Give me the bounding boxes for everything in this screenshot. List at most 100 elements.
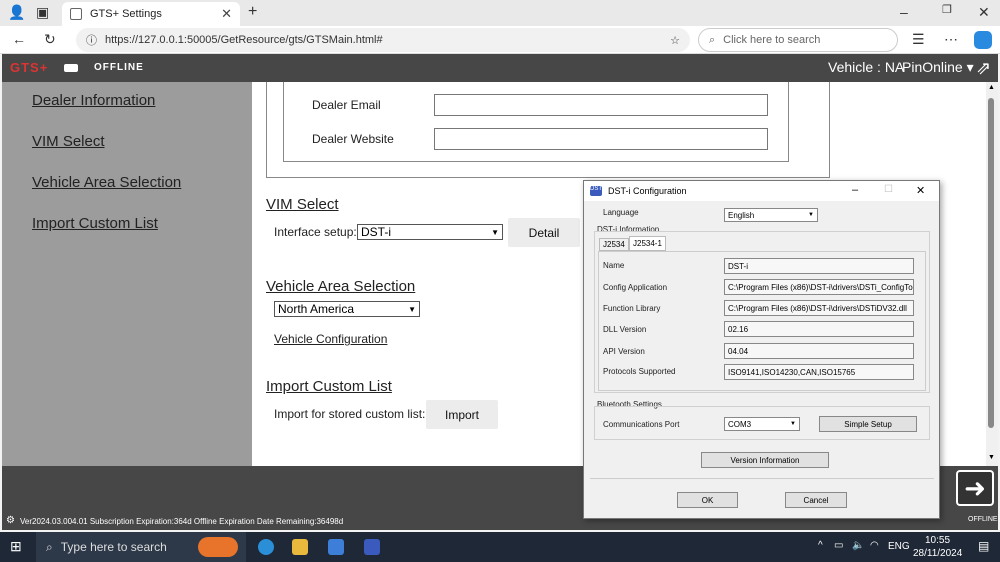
sidebar-item-vim-select[interactable]: VIM Select (32, 133, 105, 150)
scrollbar-thumb[interactable] (988, 98, 994, 428)
sidebar: Dealer Information VIM Select Vehicle Ar… (2, 82, 252, 466)
api-version-label: API Version (603, 347, 645, 356)
dsti-config-dialog: DST DST-i Configuration – ☐ ✕ Language E… (583, 180, 940, 519)
simple-setup-button[interactable]: Simple Setup (819, 416, 917, 432)
interface-setup-value: DST-i (361, 225, 391, 239)
detail-button[interactable]: Detail (508, 218, 580, 247)
browser-tab[interactable]: GTS+ Settings ✕ (62, 2, 240, 26)
tab-j2534[interactable]: J2534 (599, 238, 629, 251)
restore-icon[interactable]: ❐ (942, 5, 952, 16)
dealer-website-field[interactable] (434, 128, 768, 150)
volume-icon[interactable]: 🔈 (852, 540, 864, 551)
dialog-minimize-icon[interactable]: – (852, 184, 858, 196)
comm-port-select[interactable]: COM3 ▼ (724, 417, 800, 431)
sidebar-item-import-custom-list[interactable]: Import Custom List (32, 215, 158, 232)
import-label: Import for stored custom list: (274, 407, 426, 421)
scroll-up-icon[interactable]: ▲ (988, 84, 995, 91)
tab-favicon-icon (70, 8, 82, 20)
function-library-label: Function Library (603, 304, 661, 313)
window-close-icon[interactable]: ✕ (978, 5, 990, 19)
notifications-icon[interactable]: ▤ (978, 539, 989, 553)
config-application-field: C:\Program Files (x86)\DST-i\drivers\DST… (724, 279, 914, 295)
search-icon: ⌕ (46, 539, 53, 554)
search-placeholder: Click here to search (723, 34, 821, 46)
windows-taskbar: ⊞ ⌕ Type here to search ^ ▭ 🔈 ◠ ENG 10:5… (0, 532, 1000, 562)
sidebar-item-vehicle-area-selection[interactable]: Vehicle Area Selection (32, 174, 181, 191)
dll-version-label: DLL Version (603, 325, 647, 334)
taskbar-search[interactable]: ⌕ Type here to search (36, 532, 246, 562)
dialog-maximize-icon: ☐ (884, 184, 893, 195)
language-indicator[interactable]: ENG (888, 541, 910, 552)
language-select[interactable]: English ▼ (724, 208, 818, 222)
ok-button[interactable]: OK (677, 492, 738, 508)
windows-start-icon[interactable]: ⊞ (10, 538, 22, 555)
more-menu-icon[interactable]: ⋯ (944, 32, 958, 46)
tab-j2534-1[interactable]: J2534-1 (629, 236, 666, 251)
browser-tab-bar: 👤 ▣ GTS+ Settings ✕ + – ❐ ✕ (0, 0, 1000, 26)
site-info-icon[interactable]: ⓘ (86, 32, 97, 48)
dialog-divider (590, 478, 934, 479)
version-information-button[interactable]: Version Information (701, 452, 829, 468)
import-custom-list-title: Import Custom List (266, 378, 392, 395)
vehicle-area-select[interactable]: North America ▼ (274, 301, 420, 317)
search-icon: ⌕ (709, 33, 716, 46)
next-arrow-button[interactable]: ➜ (956, 470, 994, 506)
new-tab-icon[interactable]: + (248, 4, 257, 20)
main-scrollbar[interactable]: ▲ ▼ (986, 82, 998, 466)
status-text: Ver2024.03.004.01 Subscription Expiratio… (20, 516, 344, 526)
dialog-close-icon[interactable]: ✕ (916, 184, 925, 197)
comm-port-value: COM3 (728, 419, 752, 429)
import-button[interactable]: Import (426, 400, 498, 429)
settings-gear-icon[interactable]: ⚙ (6, 515, 15, 526)
pin-online-menu[interactable]: PinOnline ▾ (902, 59, 974, 76)
vehicle-status: Vehicle : NA (828, 59, 905, 75)
refresh-icon[interactable]: ↻ (44, 32, 56, 46)
back-icon[interactable]: ← (12, 32, 26, 46)
dealer-info-section: Dealer Email Dealer Website (266, 82, 830, 178)
browser-address-bar: ← ↻ ⓘ https://127.0.0.1:50005/GetResourc… (0, 26, 1000, 54)
store-icon[interactable] (328, 539, 344, 555)
battery-icon[interactable]: ▭ (834, 540, 843, 551)
tab-title: GTS+ Settings (90, 8, 162, 20)
name-field: DST-i (724, 258, 914, 274)
vehicle-configuration-link[interactable]: Vehicle Configuration (274, 332, 387, 346)
name-label: Name (603, 261, 625, 270)
edge-browser-icon[interactable] (258, 539, 274, 555)
minimize-icon[interactable]: – (900, 5, 908, 19)
protocols-supported-label: Protocols Supported (603, 367, 676, 376)
tab-actions-icon[interactable]: ▣ (36, 5, 49, 19)
taskbar-search-text: Type here to search (60, 540, 167, 554)
favorites-icon[interactable]: ☰ (912, 32, 925, 46)
chevron-down-icon: ▼ (491, 227, 499, 237)
chevron-down-icon: ▼ (790, 421, 796, 427)
dealer-info-inner: Dealer Email Dealer Website (283, 82, 789, 162)
profile-icon[interactable]: 👤 (8, 5, 25, 19)
dealer-email-field[interactable] (434, 94, 768, 116)
copilot-icon[interactable] (974, 31, 992, 49)
chevron-down-icon: ▼ (808, 212, 814, 218)
dialog-title-bar: DST DST-i Configuration – ☐ ✕ (584, 181, 939, 201)
scroll-down-icon[interactable]: ▼ (988, 454, 995, 461)
sidebar-item-dealer-information[interactable]: Dealer Information (32, 92, 155, 109)
interface-setup-label: Interface setup: (274, 225, 357, 239)
offline-plug-icon (64, 64, 78, 72)
dsti-taskbar-icon[interactable] (364, 539, 380, 555)
clock-time[interactable]: 10:55 (925, 535, 950, 546)
browser-search-input[interactable]: ⌕ Click here to search (698, 28, 898, 52)
file-explorer-icon[interactable] (292, 539, 308, 555)
vim-select-title: VIM Select (266, 196, 339, 213)
interface-setup-select[interactable]: DST-i ▼ (357, 224, 503, 240)
favorite-star-icon[interactable]: ☆ (670, 34, 680, 47)
dialog-title: DST-i Configuration (608, 186, 687, 196)
vehicle-area-title: Vehicle Area Selection (266, 278, 416, 295)
comm-port-label: Communications Port (603, 420, 680, 429)
url-text: https://127.0.0.1:50005/GetResource/gts/… (105, 34, 383, 46)
tray-chevron-icon[interactable]: ^ (818, 540, 823, 551)
url-input[interactable]: ⓘ https://127.0.0.1:50005/GetResource/gt… (76, 28, 690, 52)
cancel-button[interactable]: Cancel (785, 492, 847, 508)
close-tab-icon[interactable]: ✕ (221, 6, 232, 22)
clock-date[interactable]: 28/11/2024 (913, 548, 962, 559)
network-icon[interactable]: ◠ (870, 540, 879, 551)
app-logo: GTS+ (10, 60, 49, 75)
external-link-icon[interactable]: ⇗ (976, 58, 991, 79)
